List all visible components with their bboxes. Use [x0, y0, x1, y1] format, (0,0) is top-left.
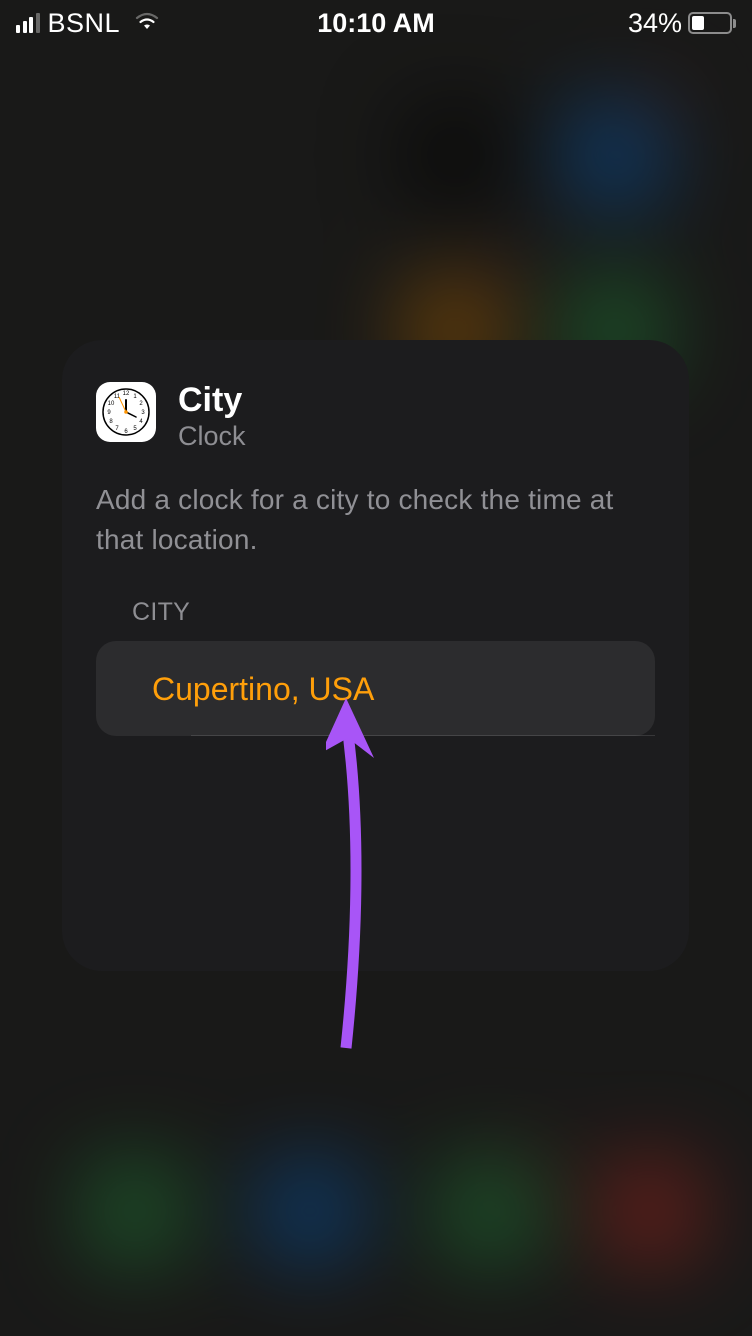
status-bar: BSNL 10:10 AM 34% [0, 0, 752, 46]
city-widget-config-modal: 12 3 6 9 1 2 4 5 7 8 10 11 [62, 340, 689, 971]
svg-text:10: 10 [108, 401, 115, 407]
modal-header: 12 3 6 9 1 2 4 5 7 8 10 11 [96, 382, 655, 452]
modal-subtitle: Clock [178, 421, 246, 452]
clock-app-icon: 12 3 6 9 1 2 4 5 7 8 10 11 [96, 382, 156, 442]
modal-title: City [178, 382, 246, 419]
city-selector-row[interactable]: Cupertino, USA [96, 641, 655, 736]
signal-icon [16, 13, 40, 33]
battery-percent: 34% [628, 8, 682, 39]
carrier-label: BSNL [48, 8, 121, 39]
modal-description: Add a clock for a city to check the time… [96, 480, 655, 560]
row-divider [191, 735, 655, 736]
status-left: BSNL [16, 8, 160, 39]
status-right: 34% [628, 8, 736, 39]
status-time: 10:10 AM [317, 8, 435, 39]
modal-titles: City Clock [178, 382, 246, 452]
section-label: CITY [96, 598, 655, 627]
wifi-icon [134, 8, 160, 39]
city-value: Cupertino, USA [152, 671, 619, 708]
svg-text:12: 12 [123, 391, 130, 397]
battery-icon [688, 12, 736, 34]
